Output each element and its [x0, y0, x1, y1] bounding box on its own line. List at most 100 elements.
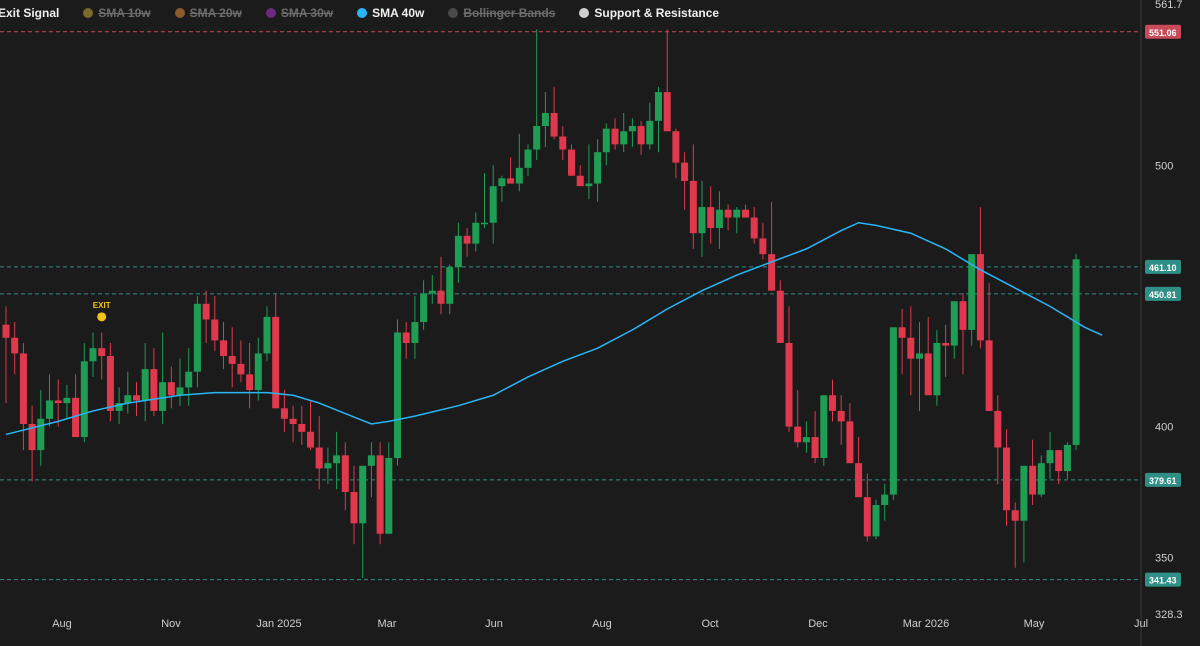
candle-body	[159, 382, 167, 411]
candle-body	[80, 361, 88, 438]
legend-dot-icon	[448, 8, 459, 18]
candle-body	[402, 332, 410, 343]
candle-body	[881, 494, 889, 506]
legend-item-sma-40w[interactable]: SMA 40w	[357, 6, 424, 20]
candle-body	[1072, 259, 1080, 445]
candle-body	[63, 397, 71, 404]
candle-body	[933, 342, 941, 396]
level-label: 379.61	[1149, 476, 1177, 486]
legend-item-exit-signal[interactable]: Exit Signal	[0, 6, 59, 20]
candle-body	[1046, 450, 1054, 464]
x-tick-label: May	[1024, 618, 1045, 630]
candle-body	[507, 178, 515, 184]
candle-body	[742, 209, 749, 218]
candle-body	[655, 92, 662, 121]
candle-body	[428, 290, 436, 294]
candle-body	[1037, 463, 1045, 495]
legend-label: Support & Resistance	[594, 6, 720, 20]
candle-body	[628, 126, 636, 132]
candle-body	[263, 316, 271, 354]
candle-body	[106, 356, 114, 411]
candle-body	[515, 167, 523, 184]
exit-signal-marker	[97, 312, 107, 322]
level-label: 461.10	[1149, 263, 1177, 273]
legend-dot-icon	[265, 8, 276, 18]
candle-body	[333, 455, 341, 464]
candle-body	[663, 92, 671, 132]
candle-body	[324, 463, 332, 469]
candle-body	[272, 316, 280, 409]
candle-body	[776, 290, 784, 343]
candle-body	[550, 112, 558, 137]
candle-body	[472, 222, 480, 244]
candle-body	[829, 395, 836, 411]
candle-body	[315, 447, 323, 469]
candle-body	[411, 322, 419, 343]
candle-body	[959, 301, 967, 330]
legend-dot-icon	[83, 8, 94, 18]
candle-body	[594, 152, 602, 184]
sma-40w-line	[5, 221, 1103, 436]
candle-body	[124, 395, 132, 404]
candle-body	[715, 209, 723, 228]
candle-body	[1063, 444, 1071, 472]
x-tick-label: Jun	[485, 618, 503, 630]
candle-body	[837, 410, 845, 422]
legend-item-bollinger-bands[interactable]: Bollinger Bands	[448, 6, 555, 20]
candle-body	[37, 418, 45, 451]
candle-body	[463, 235, 471, 244]
candle-body	[394, 332, 401, 458]
candle-body	[1020, 465, 1028, 521]
candle-body	[454, 235, 462, 268]
candle-body	[1029, 465, 1037, 495]
candle-body	[298, 423, 306, 432]
candle-body	[811, 437, 819, 458]
legend-dot-icon	[579, 8, 590, 18]
legend-item-sma-10w[interactable]: SMA 10w	[83, 6, 151, 20]
candle-body	[211, 319, 219, 341]
candle-body	[19, 353, 27, 424]
candle-body	[350, 491, 358, 524]
candle-body	[863, 497, 871, 537]
candle-body	[898, 327, 906, 338]
candle-body	[150, 369, 158, 411]
candle-body	[602, 128, 610, 153]
candle-body	[620, 131, 628, 145]
x-tick-label: Jul	[1134, 618, 1148, 630]
legend-dot-icon	[174, 8, 185, 18]
candle-body	[11, 337, 19, 354]
legend-item-sma-20w[interactable]: SMA 20w	[174, 6, 242, 20]
candle-body	[385, 457, 393, 534]
y-tick-label: 500	[1155, 160, 1173, 172]
x-tick-label: Dec	[808, 618, 828, 630]
candle-body	[568, 149, 575, 176]
candle-body	[785, 342, 793, 427]
candle-body	[341, 455, 349, 492]
candle-body	[141, 369, 149, 401]
legend-item-support-resistance[interactable]: Support & Resistance	[579, 6, 719, 20]
price-chart[interactable]: 561.7 500 400 350 328.3 Aug Nov Jan 2025 Mar Jun A…	[0, 0, 1200, 646]
level-label: 551.06	[1149, 28, 1177, 38]
candle-body	[820, 395, 828, 458]
candle-body	[802, 437, 810, 443]
candle-body	[646, 120, 654, 145]
candle-body	[681, 162, 689, 181]
candle-body	[376, 455, 384, 534]
candle-body	[237, 363, 245, 375]
legend-label: Bollinger Bands	[463, 6, 556, 20]
candle-body	[307, 431, 314, 448]
level-label: 450.81	[1149, 290, 1177, 300]
candle-body	[524, 149, 532, 168]
candle-body	[133, 395, 140, 401]
y-tick-label: 328.3	[1155, 609, 1183, 621]
candle-body	[924, 353, 932, 396]
candle-body	[637, 126, 645, 145]
candle-body	[228, 356, 236, 364]
legend-item-sma-30w[interactable]: SMA 30w	[265, 6, 333, 20]
candle-body	[489, 186, 497, 223]
x-tick-label: Oct	[701, 618, 718, 630]
exit-signal-label: EXIT	[93, 301, 111, 310]
candle-body	[2, 324, 10, 338]
candle-body	[193, 303, 201, 372]
candle-body	[246, 374, 254, 391]
